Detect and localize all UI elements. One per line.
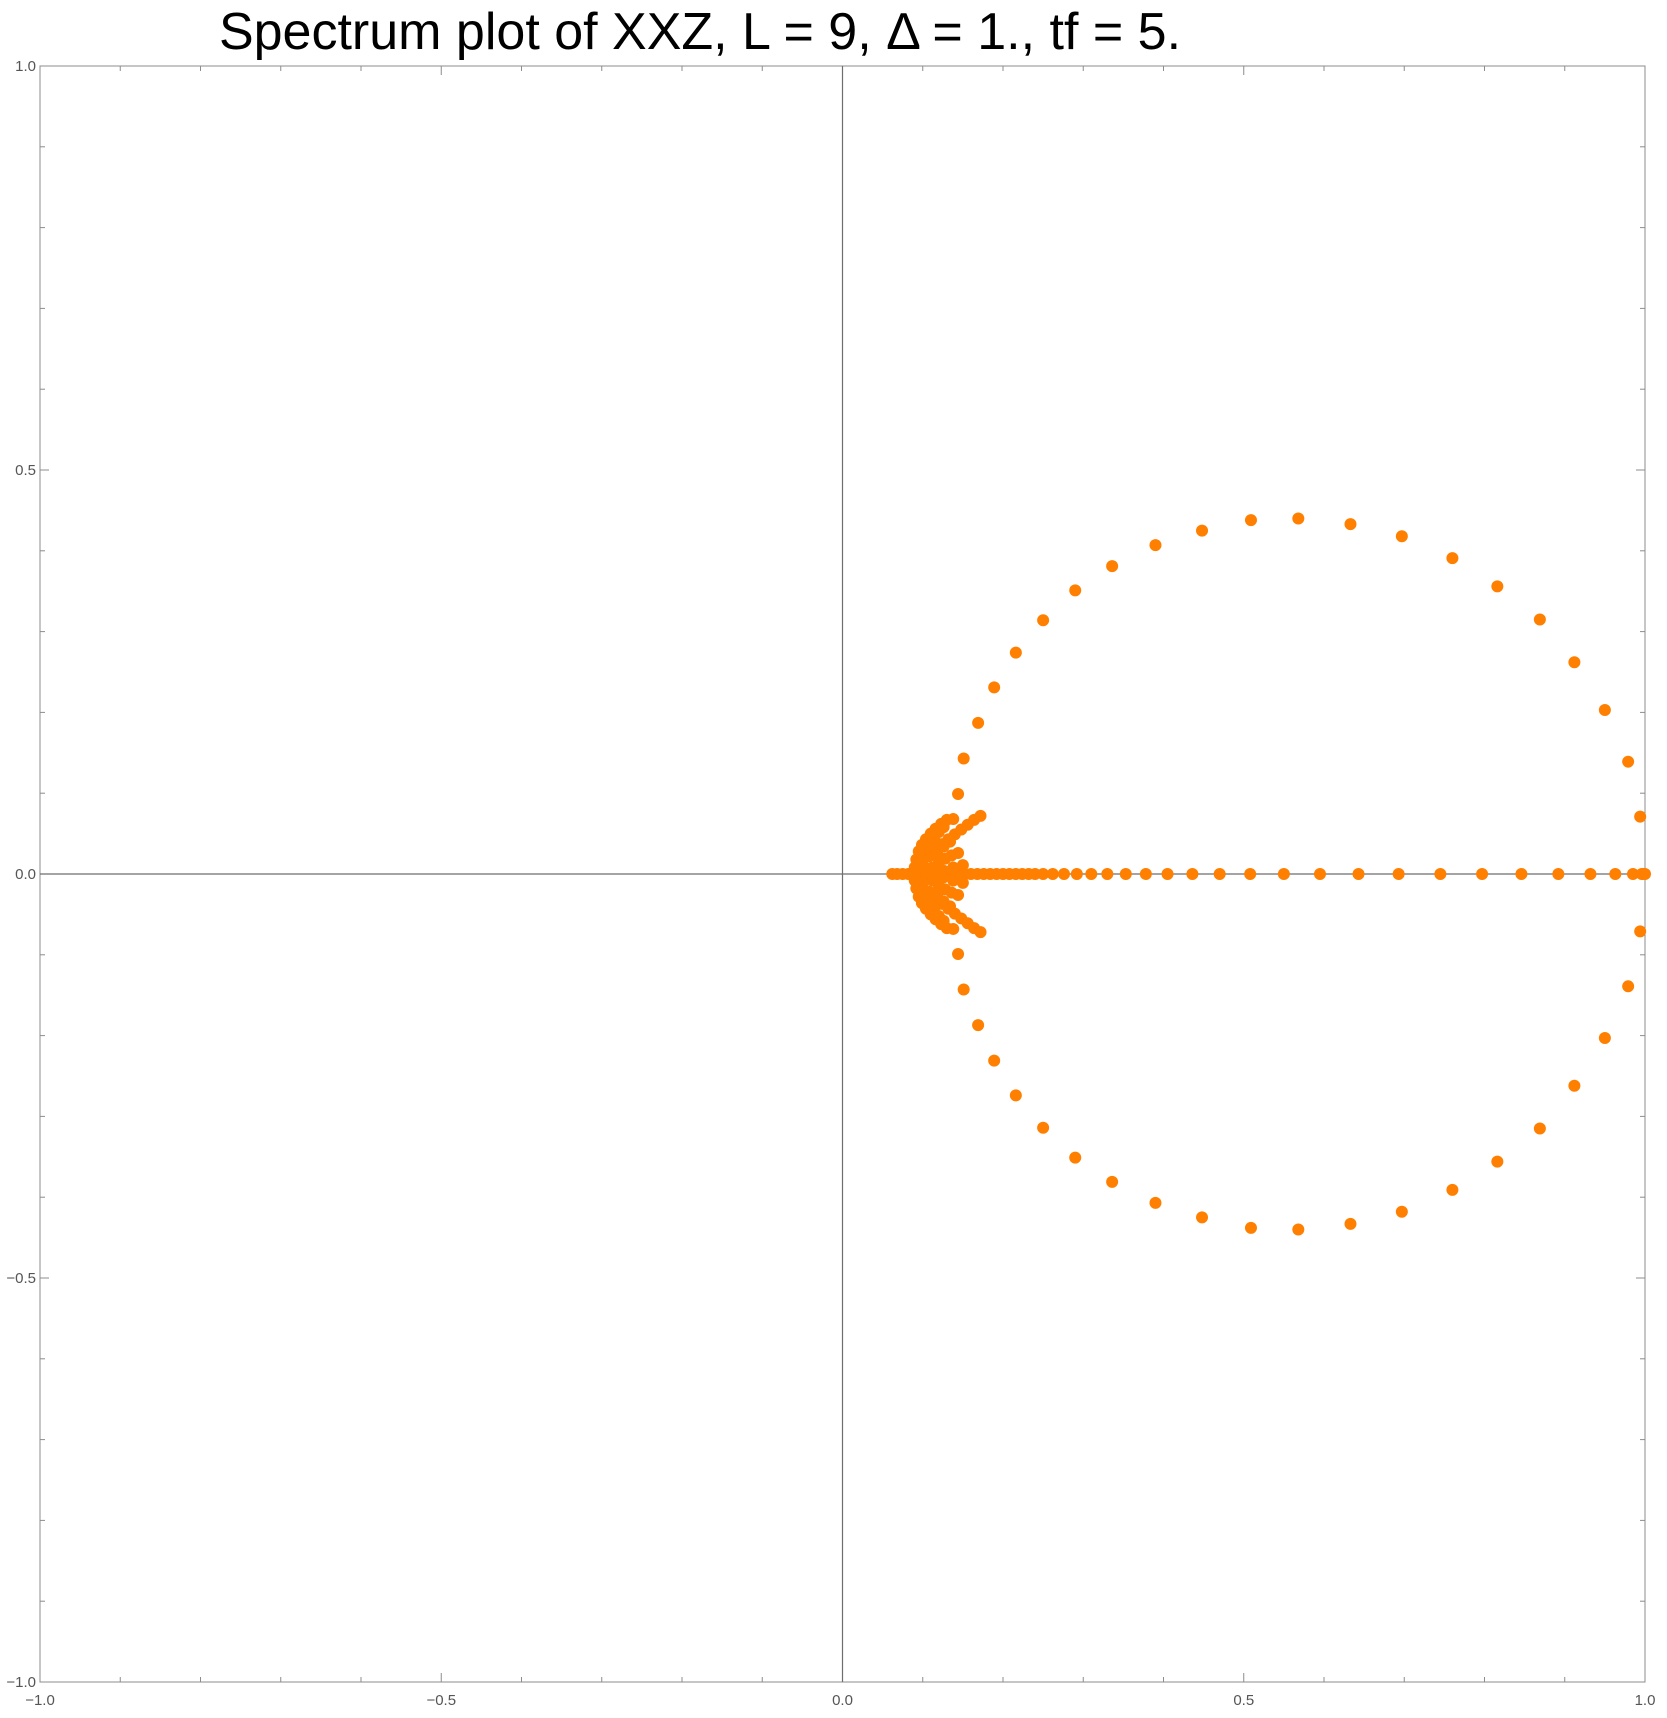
spectrum-point: [1292, 1223, 1305, 1236]
spectrum-point: [1476, 868, 1489, 880]
spectrum-point: [1292, 512, 1305, 525]
spectrum-point: [1196, 524, 1209, 537]
tick-labels: −1.0 −0.5 0.0 0.5 1.0 −1.0 −0.5 0.0 0.5 1.0: [6, 58, 1655, 1709]
spectrum-point: [952, 788, 965, 801]
spectrum-point: [1277, 868, 1290, 880]
x-tick-label: 0.0: [832, 1692, 853, 1709]
spectrum-point: [1244, 1221, 1257, 1234]
spectrum-point: [1598, 703, 1611, 716]
spectrum-point: [1046, 868, 1059, 880]
spectrum-point: [1491, 580, 1504, 593]
spectrum-point: [1037, 1121, 1050, 1134]
y-tick-label: 1.0: [15, 58, 36, 75]
spectrum-point: [1622, 980, 1635, 993]
y-tick-label: −1.0: [6, 1674, 36, 1691]
spectrum-point: [1106, 560, 1119, 573]
spectrum-point: [957, 752, 970, 765]
spectrum-point: [988, 1054, 1001, 1067]
spectrum-point: [918, 892, 931, 905]
spectrum-point: [952, 846, 965, 859]
spectrum-point: [1186, 868, 1199, 880]
spectrum-point: [1395, 1205, 1408, 1218]
spectrum-point: [1568, 1079, 1581, 1092]
spectrum-point: [956, 859, 969, 872]
spectrum-point: [947, 813, 960, 826]
spectrum-point: [1491, 1155, 1504, 1168]
spectrum-point: [972, 1019, 985, 1032]
spectrum-point: [1101, 868, 1114, 880]
spectrum-point: [1434, 868, 1447, 880]
spectrum-point: [944, 835, 957, 848]
spectrum-point: [1213, 868, 1226, 880]
x-tick-label: 0.5: [1233, 1692, 1254, 1709]
spectrum-point: [1622, 755, 1635, 768]
spectrum-point: [1149, 539, 1162, 552]
spectrum-point: [1009, 1089, 1022, 1102]
spectrum-point: [947, 922, 960, 935]
spectrum-point: [1639, 868, 1651, 880]
spectrum-point: [1395, 530, 1408, 543]
spectrum-point: [1552, 868, 1565, 880]
spectrum-point: [1085, 868, 1098, 880]
spectrum-point: [1313, 868, 1326, 880]
spectrum-point: [1533, 1122, 1546, 1135]
spectrum-point: [1584, 868, 1597, 880]
y-tick-label: −0.5: [6, 1270, 36, 1287]
spectrum-point: [988, 681, 1001, 694]
spectrum-point: [1009, 646, 1022, 659]
spectrum-point: [1609, 868, 1622, 880]
spectrum-point: [944, 900, 957, 913]
spectrum-point: [1069, 584, 1082, 597]
spectrum-point: [1106, 1175, 1119, 1188]
spectrum-point: [957, 983, 970, 996]
x-tick-label: −0.5: [426, 1692, 456, 1709]
spectrum-point: [974, 809, 987, 822]
x-tick-label: −1.0: [25, 1692, 55, 1709]
spectrum-point: [1634, 810, 1647, 823]
spectrum-point: [937, 914, 950, 927]
spectrum-point: [1149, 1196, 1162, 1209]
spectrum-point: [952, 947, 965, 960]
spectrum-point: [1634, 925, 1647, 938]
spectrum-point: [972, 716, 985, 729]
spectrum-point: [918, 843, 931, 856]
spectrum-point: [1446, 552, 1459, 565]
spectrum-point: [1119, 868, 1132, 880]
spectrum-point: [1392, 868, 1405, 880]
spectrum-point: [952, 889, 965, 902]
spectrum-point: [1161, 868, 1174, 880]
spectrum-point: [1196, 1211, 1209, 1224]
spectrum-point: [1244, 514, 1257, 527]
spectrum-point: [1037, 614, 1050, 627]
spectrum-point: [1598, 1032, 1611, 1045]
spectrum-point: [1446, 1183, 1459, 1196]
spectrum-point: [974, 926, 987, 939]
spectrum-point: [937, 821, 950, 834]
y-tick-label: 0.5: [15, 462, 36, 479]
spectrum-scatter-plot: −1.0 −0.5 0.0 0.5 1.0 −1.0 −0.5 0.0 0.5 1.0: [6, 58, 1655, 1709]
spectrum-point: [1139, 868, 1152, 880]
x-tick-label: 1.0: [1635, 1692, 1656, 1709]
spectrum-point: [1057, 868, 1070, 880]
spectrum-point: [1069, 1151, 1082, 1164]
spectrum-point: [1352, 868, 1365, 880]
spectrum-point: [1344, 518, 1357, 531]
spectrum-point: [1344, 1217, 1357, 1230]
spectrum-point: [1533, 613, 1546, 626]
spectrum-point: [956, 876, 969, 889]
spectrum-point: [1070, 868, 1083, 880]
spectrum-point: [1515, 868, 1528, 880]
spectrum-point: [1244, 868, 1257, 880]
y-tick-label: 0.0: [15, 866, 36, 883]
spectrum-point: [1568, 656, 1581, 669]
